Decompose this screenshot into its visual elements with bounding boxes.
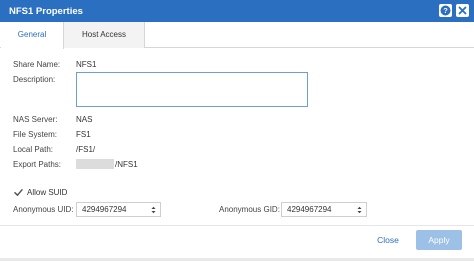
tab-host-access[interactable]: Host Access <box>64 22 145 48</box>
tab-general[interactable]: General <box>1 22 64 49</box>
anonymous-uid-stepper[interactable]: 4294967294 <box>76 202 161 217</box>
local-path-label: Local Path: <box>13 145 54 154</box>
close-button[interactable]: Close <box>366 230 410 250</box>
anonymous-gid-value: 4294967294 <box>287 205 332 214</box>
dialog-titlebar: NFS1 Properties ? <box>0 0 474 22</box>
nas-server-value: NAS <box>76 115 93 124</box>
export-paths-label: Export Paths: <box>13 160 62 169</box>
anonymous-uid-value: 4294967294 <box>82 205 127 214</box>
file-system-value: FS1 <box>76 130 91 139</box>
allow-suid-label: Allow SUID <box>27 188 68 197</box>
allow-suid-checkbox[interactable] <box>14 188 23 197</box>
help-icon[interactable]: ? <box>439 4 452 17</box>
svg-text:?: ? <box>443 6 448 15</box>
description-label: Description: <box>13 75 56 84</box>
tab-bar: General Host Access <box>0 22 474 49</box>
share-name-label: Share Name: <box>13 60 61 69</box>
nas-server-label: NAS Server: <box>13 115 58 124</box>
anonymous-uid-label: Anonymous UID: <box>13 205 74 214</box>
dialog-title: NFS1 Properties <box>9 6 83 17</box>
anonymous-gid-stepper[interactable]: 4294967294 <box>281 202 367 217</box>
footer-divider <box>0 225 474 226</box>
local-path-value: /FS1/ <box>76 145 96 154</box>
apply-button[interactable]: Apply <box>416 230 462 250</box>
close-icon[interactable] <box>456 4 469 17</box>
redacted-host-block <box>76 159 114 169</box>
anonymous-gid-label: Anonymous GID: <box>219 205 280 214</box>
stepper-arrows-icon[interactable] <box>357 206 362 214</box>
file-system-label: File System: <box>13 130 58 139</box>
description-input[interactable] <box>76 72 308 107</box>
stepper-arrows-icon[interactable] <box>151 206 156 214</box>
export-paths-value: /NFS1 <box>115 160 138 169</box>
share-name-value: NFS1 <box>76 60 97 69</box>
